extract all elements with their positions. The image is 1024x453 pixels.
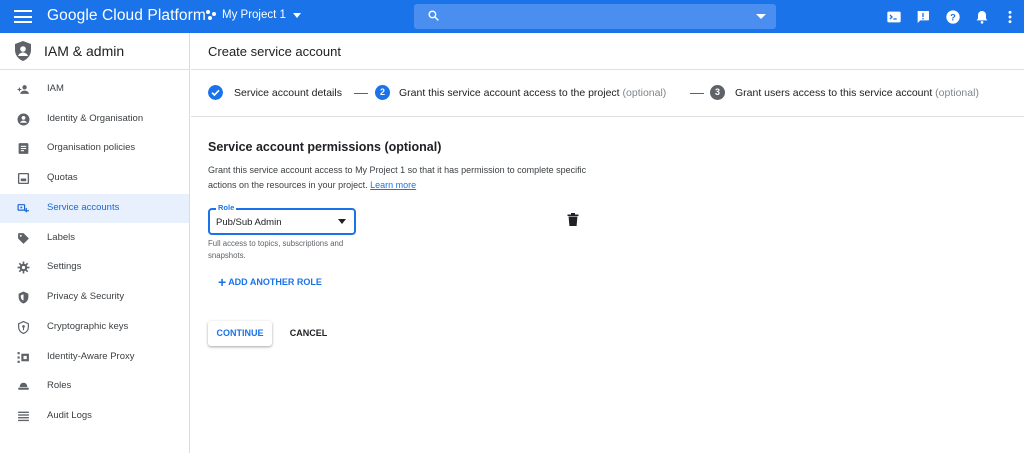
- cloud-shell-icon[interactable]: [886, 9, 902, 25]
- list-lines-icon: [18, 411, 29, 422]
- add-role-label: ADD ANOTHER ROLE: [228, 277, 322, 287]
- notification-alert-icon[interactable]: [915, 9, 931, 25]
- bell-icon[interactable]: [974, 9, 990, 25]
- sidebar-item-quotas[interactable]: Quotas: [0, 164, 189, 193]
- step-connector: [354, 93, 368, 94]
- role-value: Pub/Sub Admin: [216, 217, 282, 228]
- account-circle-icon: [17, 113, 30, 126]
- sidebar-item-label: Roles: [47, 380, 72, 391]
- key-shield-icon: [18, 321, 29, 334]
- sidebar-item-label: Service accounts: [47, 202, 120, 213]
- step-3-number: 3: [710, 85, 725, 100]
- person-add-icon: [17, 85, 29, 94]
- sidebar-item-labels[interactable]: Labels: [0, 224, 189, 253]
- check-circle-icon: [208, 85, 223, 100]
- step-2-label[interactable]: Grant this service account access to the…: [399, 87, 666, 99]
- proxy-icon: [17, 352, 29, 363]
- sidebar-item-audit-logs[interactable]: Audit Logs: [0, 402, 189, 431]
- sidebar-item-identity-organisation[interactable]: Identity & Organisation: [0, 105, 189, 134]
- learn-more-link[interactable]: Learn more: [370, 180, 416, 190]
- search-input[interactable]: [414, 4, 776, 29]
- step-connector: [690, 93, 704, 94]
- cancel-button[interactable]: CANCEL: [281, 321, 336, 346]
- main-content: Create service account Service account d…: [191, 33, 1024, 453]
- sidebar-item-organisation-policies[interactable]: Organisation policies: [0, 134, 189, 163]
- sidebar-item-service-accounts[interactable]: Service accounts: [0, 194, 189, 223]
- continue-button[interactable]: CONTINUE: [208, 321, 272, 346]
- service-account-icon: [17, 204, 29, 213]
- gear-icon: [17, 261, 30, 274]
- sidebar-item-label: Cryptographic keys: [47, 321, 129, 332]
- search-dropdown-icon[interactable]: [756, 14, 766, 19]
- delete-icon[interactable]: [567, 213, 579, 226]
- sidebar: IAM & admin IAM Identity & Organisation …: [0, 33, 190, 453]
- sidebar-item-label: Settings: [47, 261, 82, 272]
- brand-title[interactable]: Google Cloud Platform: [47, 7, 206, 25]
- roles-hat-icon: [18, 382, 29, 390]
- add-another-role-button[interactable]: + ADD ANOTHER ROLE: [218, 274, 322, 290]
- sidebar-item-label: Identity & Organisation: [47, 113, 144, 124]
- sidebar-item-label: Organisation policies: [47, 142, 136, 153]
- sidebar-title: IAM & admin: [44, 43, 125, 59]
- sidebar-item-label: IAM: [47, 83, 64, 94]
- shield-icon: [18, 291, 29, 304]
- step-2-number: 2: [375, 85, 390, 100]
- section-description: Grant this service account access to My …: [208, 165, 587, 190]
- sidebar-item-cryptographic-keys[interactable]: Cryptographic keys: [0, 313, 189, 342]
- plus-icon: +: [218, 274, 227, 290]
- role-label: Role: [216, 203, 237, 212]
- iam-shield-icon: [15, 41, 31, 61]
- step-3-label[interactable]: Grant users access to this service accou…: [735, 87, 979, 99]
- sidebar-item-label: Labels: [47, 232, 75, 243]
- label-tag-icon: [18, 233, 29, 244]
- sidebar-item-label: Identity-Aware Proxy: [47, 351, 135, 362]
- role-select[interactable]: Role Pub/Sub Admin: [208, 203, 356, 235]
- svg-text:?: ?: [950, 12, 956, 22]
- sidebar-item-label: Quotas: [47, 172, 78, 183]
- role-help-text: Full access to topics, subscriptions and…: [208, 239, 344, 260]
- sidebar-item-roles[interactable]: Roles: [0, 372, 189, 401]
- chevron-down-icon: [292, 12, 301, 18]
- top-app-bar: Google Cloud Platform My Project 1 ?: [0, 0, 1024, 33]
- page-title: Create service account: [208, 44, 341, 59]
- quotas-icon: [17, 172, 30, 185]
- sidebar-item-iam[interactable]: IAM: [0, 75, 189, 104]
- sidebar-header: IAM & admin: [0, 33, 189, 70]
- sidebar-item-label: Privacy & Security: [47, 291, 125, 302]
- policy-doc-icon: [18, 143, 29, 154]
- step-1-label[interactable]: Service account details: [234, 87, 342, 99]
- help-icon[interactable]: ?: [945, 9, 961, 25]
- sidebar-item-label: Audit Logs: [47, 410, 92, 421]
- section-title: Service account permissions (optional): [208, 140, 442, 154]
- project-selector[interactable]: My Project 1: [206, 9, 301, 21]
- dropdown-arrow-icon: [338, 219, 346, 224]
- menu-icon[interactable]: [14, 10, 32, 23]
- project-icon: [206, 9, 217, 21]
- sidebar-item-settings[interactable]: Settings: [0, 253, 189, 282]
- search-icon: [428, 10, 439, 21]
- project-name: My Project 1: [222, 9, 286, 21]
- sidebar-item-identity-aware-proxy[interactable]: Identity-Aware Proxy: [0, 343, 189, 372]
- sidebar-item-privacy-security[interactable]: Privacy & Security: [0, 283, 189, 312]
- more-vert-icon[interactable]: [1002, 9, 1018, 25]
- stepper: Service account details 2 Grant this ser…: [191, 70, 1024, 117]
